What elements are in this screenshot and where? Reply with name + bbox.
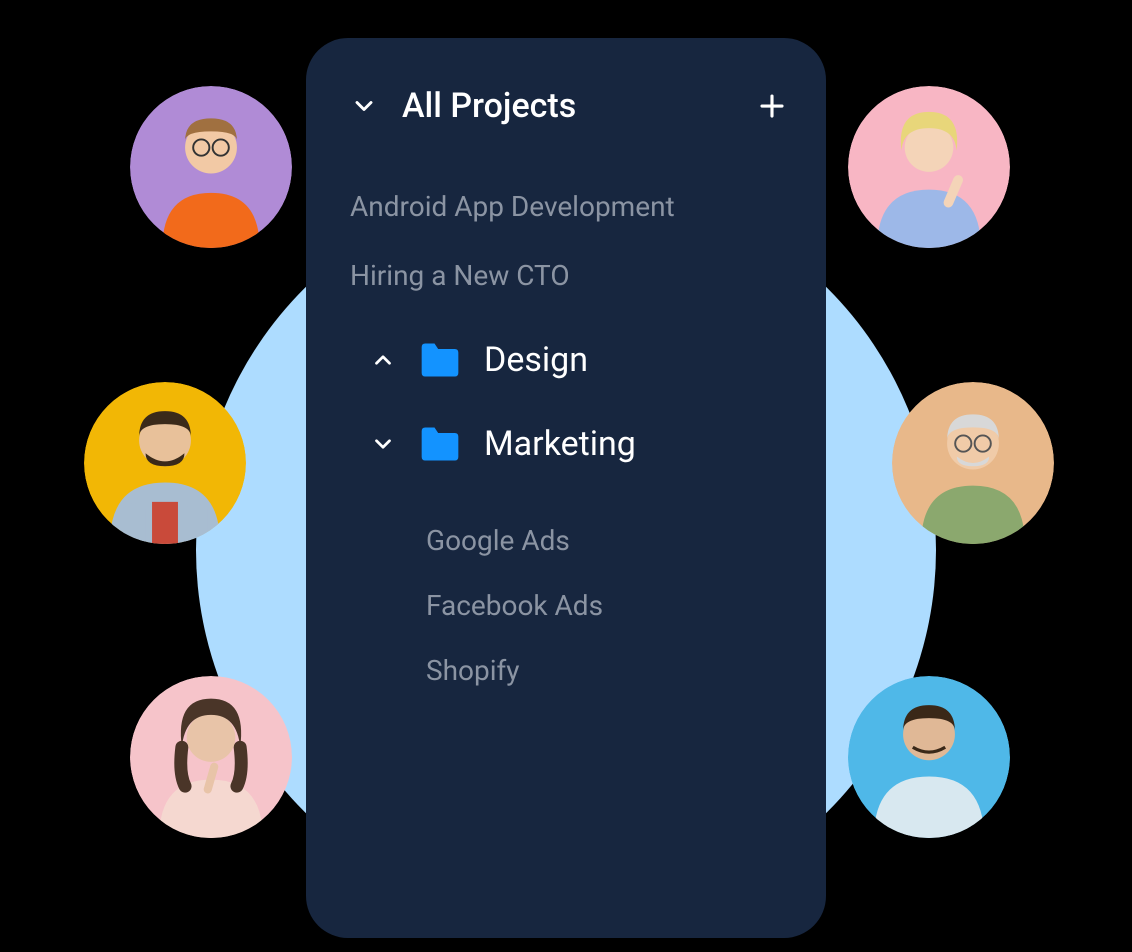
sub-project-item[interactable]: Facebook Ads	[342, 573, 790, 638]
projects-panel: All Projects Android App Development Hir…	[306, 38, 826, 938]
chevron-up-icon[interactable]	[370, 347, 396, 373]
chevron-down-icon[interactable]	[370, 431, 396, 457]
avatar	[848, 86, 1010, 248]
folder-icon	[418, 422, 462, 466]
sub-project-item[interactable]: Google Ads	[342, 508, 790, 573]
folder-icon	[418, 338, 462, 382]
sub-project-item[interactable]: Shopify	[342, 638, 790, 703]
folder-design[interactable]: Design	[342, 318, 790, 402]
project-item[interactable]: Android App Development	[342, 172, 790, 241]
avatar	[848, 676, 1010, 838]
avatar	[130, 86, 292, 248]
folder-marketing[interactable]: Marketing	[342, 402, 790, 486]
folder-label: Design	[484, 340, 588, 380]
avatar	[892, 382, 1054, 544]
folder-label: Marketing	[484, 424, 636, 464]
panel-title: All Projects	[402, 86, 730, 126]
chevron-down-icon[interactable]	[350, 92, 378, 120]
avatar	[84, 382, 246, 544]
avatar	[130, 676, 292, 838]
panel-header: All Projects	[342, 86, 790, 126]
project-item[interactable]: Hiring a New CTO	[342, 241, 790, 310]
add-project-button[interactable]	[754, 88, 790, 124]
